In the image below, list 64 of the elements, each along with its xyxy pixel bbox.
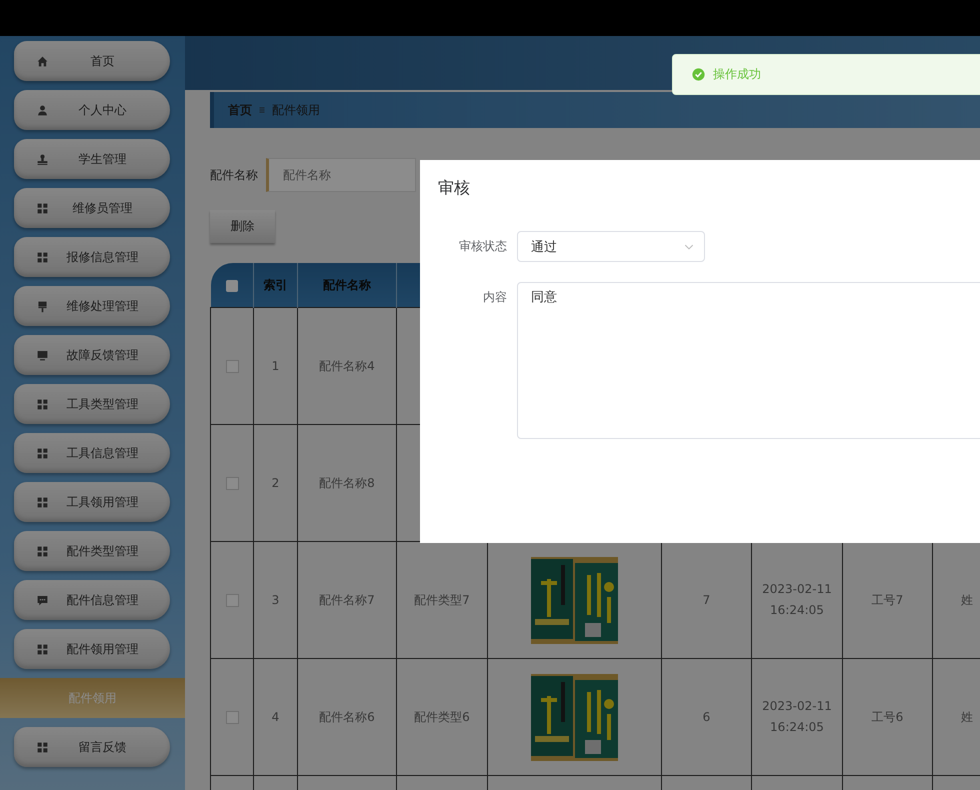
- table-cell: 配件名称7: [319, 592, 375, 606]
- success-icon: [692, 68, 705, 81]
- menu-item[interactable]: 维修员管理: [14, 188, 170, 228]
- dialog-title: 审核: [438, 178, 471, 199]
- menu-item[interactable]: 维修处理管理: [14, 286, 170, 326]
- search-field[interactable]: 配件名称: [266, 158, 416, 192]
- checkbox[interactable]: [226, 280, 238, 292]
- menu-item[interactable]: 配件类型管理: [14, 531, 170, 571]
- chat-icon: [36, 594, 49, 606]
- table-cell: 7: [702, 593, 710, 607]
- user-icon: [36, 104, 49, 116]
- table-cell-text: 2023-02-11 16:24:05: [761, 698, 833, 736]
- table-cell: 姓: [961, 710, 973, 724]
- menu-item[interactable]: 配件领用管理: [14, 629, 170, 669]
- column-header: 配件名称: [323, 278, 371, 292]
- field-label: 配件名称: [210, 166, 258, 184]
- checkbox[interactable]: [226, 477, 238, 490]
- menu-item[interactable]: 工具信息管理: [14, 433, 170, 473]
- column-header: 索引: [264, 278, 288, 292]
- table-cell: 1: [272, 359, 280, 373]
- table-cell: 4: [272, 710, 280, 724]
- grid-icon: [36, 250, 49, 264]
- table-cell: 配件类型7: [414, 592, 470, 606]
- menu-item[interactable]: 工具领用管理: [14, 482, 170, 522]
- table-cell: 配件类型6: [414, 710, 470, 724]
- brush-icon: [36, 300, 49, 312]
- menu-item[interactable]: 学生管理: [14, 139, 170, 179]
- table-cell-text: 2023-02-11 16:24:05: [761, 581, 833, 619]
- checkbox[interactable]: [226, 360, 238, 374]
- status-select[interactable]: 通过: [517, 231, 705, 262]
- content-field[interactable]: 同意: [517, 282, 980, 439]
- home-icon: [36, 54, 49, 68]
- delete-button[interactable]: 删除: [210, 210, 275, 243]
- menu-item[interactable]: 报修信息管理: [14, 237, 170, 277]
- table-cell: 配件名称6: [319, 710, 375, 724]
- table-cell: 姓: [961, 592, 973, 606]
- toast-message: 操作成功: [713, 66, 761, 83]
- table-cell: 3: [272, 593, 280, 607]
- field-label: 审核状态: [458, 238, 508, 255]
- table-cell: 6: [702, 710, 710, 724]
- table-cell: 配件名称4: [319, 358, 375, 372]
- table-cell: 工号7: [872, 592, 904, 606]
- checkbox[interactable]: [226, 594, 238, 608]
- table-cell: 工号6: [872, 710, 904, 724]
- menu-item[interactable]: 个人中心: [14, 90, 170, 130]
- grid-icon: [36, 740, 49, 754]
- menu-item[interactable]: 工具类型管理: [14, 384, 170, 424]
- menu-item[interactable]: 留言反馈: [14, 727, 170, 767]
- separator-icon: [258, 105, 266, 115]
- grid-icon: [36, 496, 49, 508]
- table-cell: 配件名称8: [319, 476, 375, 490]
- table-cell: 2: [272, 476, 280, 490]
- checkbox[interactable]: [226, 711, 238, 724]
- grid-icon: [36, 202, 49, 214]
- menu-item[interactable]: 首页: [14, 41, 170, 81]
- field-label: 内容: [482, 289, 508, 306]
- grid-icon: [36, 642, 49, 656]
- menu-item[interactable]: 配件信息管理: [14, 580, 170, 620]
- grid-icon: [36, 446, 49, 460]
- menu-item[interactable]: 故障反馈管理: [14, 335, 170, 375]
- stamp-icon: [36, 152, 49, 166]
- grid-icon: [36, 544, 49, 558]
- monitor-icon: [36, 348, 49, 362]
- grid-icon: [36, 398, 49, 410]
